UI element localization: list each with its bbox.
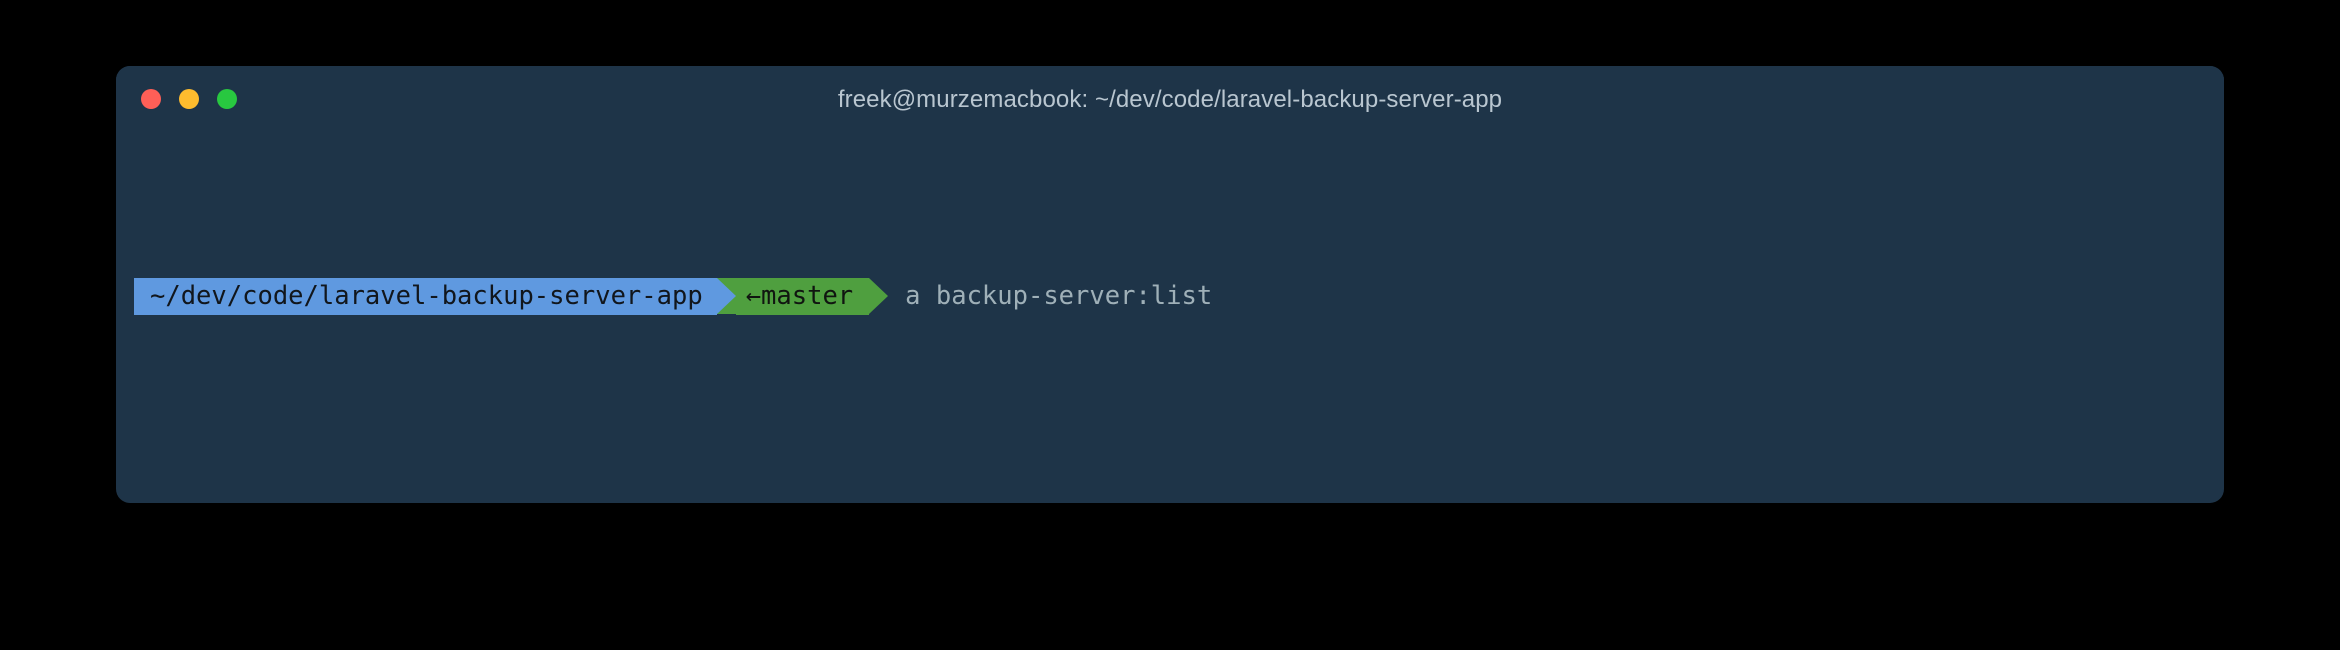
terminal-titlebar: freek@murzemacbook: ~/dev/code/laravel-b… [116, 66, 2224, 130]
backup-server-table: +-----------+----+---------+------------… [116, 463, 2224, 503]
prompt-path-segment: ~/dev/code/laravel-backup-server-app [134, 278, 717, 315]
desktop-background: freek@murzemacbook: ~/dev/code/laravel-b… [0, 0, 2340, 650]
prompt-end-arrow-icon [869, 278, 889, 314]
terminal-window: freek@murzemacbook: ~/dev/code/laravel-b… [116, 66, 2224, 503]
terminal-content[interactable]: ~/dev/code/laravel-backup-server-app ←ma… [116, 130, 2224, 503]
entered-command: a backup-server:list [905, 281, 1213, 311]
command-prompt-line: ~/dev/code/laravel-backup-server-app ←ma… [116, 278, 2224, 315]
window-title: freek@murzemacbook: ~/dev/code/laravel-b… [837, 86, 1503, 113]
prompt-separator-arrow-icon [716, 278, 736, 314]
prompt-git-branch-segment: ←master [735, 278, 870, 315]
